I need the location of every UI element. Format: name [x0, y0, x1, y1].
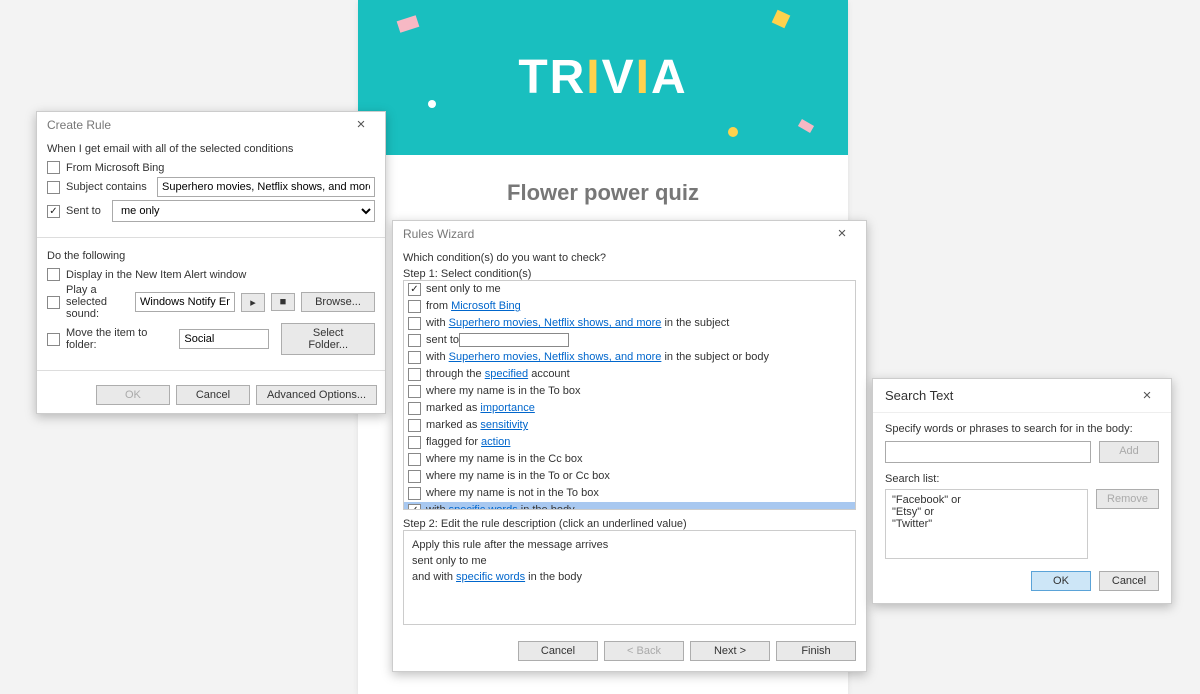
- search-text-dialog: Search Text × Specify words or phrases t…: [872, 378, 1172, 604]
- from-label: From Microsoft Bing: [66, 162, 164, 174]
- search-list[interactable]: "Facebook" or"Etsy" or"Twitter": [885, 489, 1088, 559]
- condition-item[interactable]: where my name is in the To or Cc box: [404, 468, 855, 485]
- condition-item[interactable]: through the specified account: [404, 366, 855, 383]
- search-list-item[interactable]: "Facebook" or: [892, 494, 1081, 506]
- play-sound-icon[interactable]: ▸: [241, 293, 265, 312]
- rules-wizard-dialog: Rules Wizard × Which condition(s) do you…: [392, 220, 867, 672]
- condition-checkbox[interactable]: [408, 334, 421, 347]
- add-button[interactable]: Add: [1099, 441, 1159, 463]
- condition-list[interactable]: sent only to mefrom Microsoft Bingwith S…: [403, 280, 856, 510]
- search-text-titlebar: Search Text ×: [873, 379, 1171, 413]
- condition-item[interactable]: sent to: [404, 332, 855, 349]
- sent-to-checkbox[interactable]: [47, 205, 60, 218]
- condition-link[interactable]: action: [481, 436, 510, 448]
- condition-item[interactable]: sent only to me: [404, 281, 855, 298]
- create-rule-title: Create Rule: [47, 118, 111, 132]
- condition-item[interactable]: with Superhero movies, Netflix shows, an…: [404, 315, 855, 332]
- ok-button[interactable]: OK: [1031, 571, 1091, 591]
- condition-checkbox[interactable]: [408, 368, 421, 381]
- cancel-button[interactable]: Cancel: [176, 385, 250, 405]
- condition-link[interactable]: specific words: [449, 504, 518, 510]
- from-checkbox[interactable]: [47, 161, 60, 174]
- rule-description: Apply this rule after the message arrive…: [403, 530, 856, 625]
- move-checkbox[interactable]: [47, 333, 60, 346]
- alert-label: Display in the New Item Alert window: [66, 269, 246, 281]
- cancel-button[interactable]: Cancel: [1099, 571, 1159, 591]
- subject-checkbox[interactable]: [47, 181, 60, 194]
- remove-button[interactable]: Remove: [1096, 489, 1159, 509]
- step2-label: Step 2: Edit the rule description (click…: [403, 518, 856, 530]
- condition-checkbox[interactable]: [408, 504, 421, 510]
- condition-item[interactable]: marked as importance: [404, 400, 855, 417]
- condition-checkbox[interactable]: [408, 317, 421, 330]
- select-folder-button[interactable]: Select Folder...: [281, 323, 375, 355]
- move-folder-input[interactable]: [179, 329, 269, 349]
- sound-input[interactable]: [135, 292, 235, 312]
- search-phrase-input[interactable]: [885, 441, 1091, 463]
- search-list-item[interactable]: "Etsy" or: [892, 506, 1081, 518]
- condition-item[interactable]: from Microsoft Bing: [404, 298, 855, 315]
- condition-link[interactable]: specified: [485, 368, 528, 380]
- condition-checkbox[interactable]: [408, 402, 421, 415]
- condition-item[interactable]: marked as sensitivity: [404, 417, 855, 434]
- search-text-lead: Specify words or phrases to search for i…: [885, 423, 1159, 435]
- condition-checkbox[interactable]: [408, 385, 421, 398]
- condition-item[interactable]: with specific words in the body: [404, 502, 855, 510]
- ok-button[interactable]: OK: [96, 385, 170, 405]
- stop-sound-icon[interactable]: ■: [271, 293, 295, 311]
- condition-checkbox[interactable]: [408, 487, 421, 500]
- sent-to-select[interactable]: me only: [112, 200, 375, 222]
- sent-to-label: Sent to: [66, 205, 106, 217]
- close-icon[interactable]: ×: [826, 225, 858, 242]
- condition-link[interactable]: importance: [480, 402, 534, 414]
- condition-item[interactable]: flagged for action: [404, 434, 855, 451]
- wizard-question: Which condition(s) do you want to check?: [403, 252, 856, 264]
- condition-checkbox[interactable]: [408, 351, 421, 364]
- back-button[interactable]: < Back: [604, 641, 684, 661]
- alert-checkbox[interactable]: [47, 268, 60, 281]
- condition-item[interactable]: where my name is in the To box: [404, 383, 855, 400]
- search-list-label: Search list:: [885, 473, 1159, 485]
- do-following-heading: Do the following: [47, 250, 375, 262]
- condition-checkbox[interactable]: [408, 470, 421, 483]
- condition-item[interactable]: with Superhero movies, Netflix shows, an…: [404, 349, 855, 366]
- condition-checkbox[interactable]: [408, 283, 421, 296]
- specific-words-link[interactable]: specific words: [456, 571, 525, 583]
- step1-label: Step 1: Select condition(s): [403, 268, 856, 280]
- search-text-title: Search Text: [885, 388, 953, 403]
- condition-checkbox[interactable]: [408, 436, 421, 449]
- condition-item[interactable]: where my name is not in the To box: [404, 485, 855, 502]
- move-label: Move the item to folder:: [66, 327, 173, 351]
- search-list-item[interactable]: "Twitter": [892, 518, 1081, 530]
- sound-checkbox[interactable]: [47, 296, 60, 309]
- condition-item[interactable]: where my name is in the Cc box: [404, 451, 855, 468]
- close-icon[interactable]: ×: [1131, 387, 1163, 404]
- trivia-hero: TRIVIA: [358, 0, 848, 155]
- subject-label: Subject contains: [66, 181, 151, 193]
- cancel-button[interactable]: Cancel: [518, 641, 598, 661]
- rules-wizard-titlebar: Rules Wizard ×: [393, 221, 866, 246]
- create-rule-titlebar: Create Rule ×: [37, 112, 385, 137]
- conditions-heading: When I get email with all of the selecte…: [47, 143, 375, 155]
- browse-button[interactable]: Browse...: [301, 292, 375, 312]
- rules-wizard-title: Rules Wizard: [403, 227, 474, 241]
- condition-link[interactable]: Microsoft Bing: [451, 300, 521, 312]
- next-button[interactable]: Next >: [690, 641, 770, 661]
- advanced-options-button[interactable]: Advanced Options...: [256, 385, 377, 405]
- condition-link[interactable]: sensitivity: [480, 419, 528, 431]
- create-rule-dialog: Create Rule × When I get email with all …: [36, 111, 386, 414]
- condition-checkbox[interactable]: [408, 453, 421, 466]
- quiz-title: Flower power quiz: [358, 180, 848, 206]
- close-icon[interactable]: ×: [345, 116, 377, 133]
- condition-inline-input[interactable]: [459, 333, 569, 347]
- condition-checkbox[interactable]: [408, 419, 421, 432]
- finish-button[interactable]: Finish: [776, 641, 856, 661]
- condition-checkbox[interactable]: [408, 300, 421, 313]
- condition-link[interactable]: Superhero movies, Netflix shows, and mor…: [449, 317, 662, 329]
- sound-label: Play a selected sound:: [66, 284, 129, 320]
- subject-input[interactable]: [157, 177, 375, 197]
- trivia-logo: TRIVIA: [518, 50, 687, 105]
- condition-link[interactable]: Superhero movies, Netflix shows, and mor…: [449, 351, 662, 363]
